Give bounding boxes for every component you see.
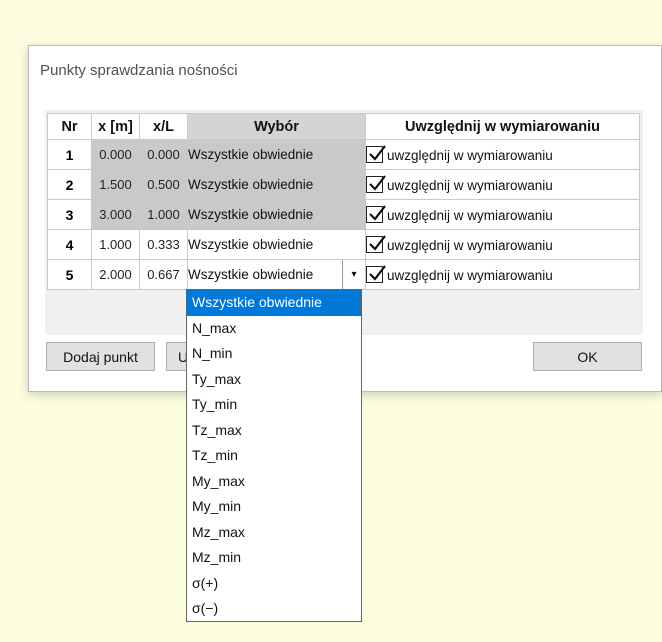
x-cell[interactable]: 1.500: [91, 169, 140, 200]
xl-cell[interactable]: 0.500: [139, 169, 188, 200]
column-header-x[interactable]: x [m]: [91, 113, 140, 140]
xl-cell[interactable]: 1.000: [139, 199, 188, 230]
x-cell[interactable]: 1.000: [91, 229, 140, 260]
xl-cell[interactable]: 0.000: [139, 139, 188, 170]
wybor-cell[interactable]: Wszystkie obwiednie: [187, 139, 366, 170]
dropdown-option[interactable]: N_min: [187, 341, 361, 367]
checkbox-checked-icon[interactable]: [366, 205, 386, 223]
combobox-value: Wszystkie obwiednie: [188, 267, 314, 282]
checkbox-label: uwzględnij w wymiarowaniu: [387, 208, 553, 223]
column-header-wybor[interactable]: Wybór: [187, 113, 366, 140]
x-cell[interactable]: 0.000: [91, 139, 140, 170]
dropdown-option[interactable]: Tz_max: [187, 418, 361, 444]
checkbox-checked-icon[interactable]: [366, 235, 386, 253]
wybor-cell[interactable]: Wszystkie obwiednie: [187, 199, 366, 230]
dropdown-option[interactable]: Tz_min: [187, 443, 361, 469]
table-row[interactable]: 2 1.500 0.500 Wszystkie obwiednie uwzglę…: [47, 169, 640, 200]
dropdown-option[interactable]: N_max: [187, 316, 361, 342]
wybor-cell[interactable]: Wszystkie obwiednie: [187, 229, 366, 260]
add-point-button[interactable]: Dodaj punkt: [46, 342, 155, 371]
xl-cell[interactable]: 0.667: [139, 259, 188, 290]
dropdown-option[interactable]: σ(+): [187, 571, 361, 597]
dropdown-option[interactable]: Mz_max: [187, 520, 361, 546]
dropdown-option[interactable]: Wszystkie obwiednie: [187, 290, 361, 316]
checkbox-label: uwzględnij w wymiarowaniu: [387, 178, 553, 193]
checkbox-checked-icon[interactable]: [366, 145, 386, 163]
x-cell[interactable]: 2.000: [91, 259, 140, 290]
uwzglednij-cell[interactable]: uwzględnij w wymiarowaniu: [365, 259, 640, 290]
selection-dropdown-list[interactable]: Wszystkie obwiednie N_max N_min Ty_max T…: [186, 289, 362, 622]
table-row[interactable]: 1 0.000 0.000 Wszystkie obwiednie uwzglę…: [47, 139, 640, 170]
row-number[interactable]: 1: [47, 139, 92, 170]
points-table: Nr x [m] x/L Wybór Uwzględnij w wymiarow…: [47, 113, 640, 290]
dropdown-option[interactable]: Ty_max: [187, 367, 361, 393]
row-number[interactable]: 5: [47, 259, 92, 290]
dropdown-option[interactable]: My_min: [187, 494, 361, 520]
uwzglednij-cell[interactable]: uwzględnij w wymiarowaniu: [365, 199, 640, 230]
row-number[interactable]: 2: [47, 169, 92, 200]
checkbox-checked-icon[interactable]: [366, 265, 386, 283]
uwzglednij-cell[interactable]: uwzględnij w wymiarowaniu: [365, 139, 640, 170]
wybor-combobox[interactable]: Wszystkie obwiednie ▾: [187, 259, 366, 290]
checkbox-label: uwzględnij w wymiarowaniu: [387, 238, 553, 253]
dropdown-option[interactable]: My_max: [187, 469, 361, 495]
column-header-uwzglednij[interactable]: Uwzględnij w wymiarowaniu: [365, 113, 640, 140]
dropdown-option[interactable]: Ty_min: [187, 392, 361, 418]
x-cell[interactable]: 3.000: [91, 199, 140, 230]
dialog-title: Punkty sprawdzania nośności: [40, 62, 238, 79]
xl-cell[interactable]: 0.333: [139, 229, 188, 260]
table-row[interactable]: 3 3.000 1.000 Wszystkie obwiednie uwzglę…: [47, 199, 640, 230]
uwzglednij-cell[interactable]: uwzględnij w wymiarowaniu: [365, 169, 640, 200]
table-header-row: Nr x [m] x/L Wybór Uwzględnij w wymiarow…: [47, 113, 640, 140]
row-number[interactable]: 4: [47, 229, 92, 260]
uwzglednij-cell[interactable]: uwzględnij w wymiarowaniu: [365, 229, 640, 260]
wybor-cell[interactable]: Wszystkie obwiednie: [187, 169, 366, 200]
table-row[interactable]: 5 2.000 0.667 Wszystkie obwiednie ▾ uwzg…: [47, 259, 640, 290]
dropdown-option[interactable]: σ(−): [187, 596, 361, 622]
dropdown-option[interactable]: Mz_min: [187, 545, 361, 571]
checkbox-checked-icon[interactable]: [366, 175, 386, 193]
table-row[interactable]: 4 1.000 0.333 Wszystkie obwiednie uwzglę…: [47, 229, 640, 260]
ok-button[interactable]: OK: [533, 342, 642, 371]
column-header-nr[interactable]: Nr: [47, 113, 92, 140]
checkbox-label: uwzględnij w wymiarowaniu: [387, 268, 553, 283]
column-header-xl[interactable]: x/L: [139, 113, 188, 140]
chevron-down-icon[interactable]: ▾: [342, 260, 365, 289]
row-number[interactable]: 3: [47, 199, 92, 230]
checkbox-label: uwzględnij w wymiarowaniu: [387, 148, 553, 163]
